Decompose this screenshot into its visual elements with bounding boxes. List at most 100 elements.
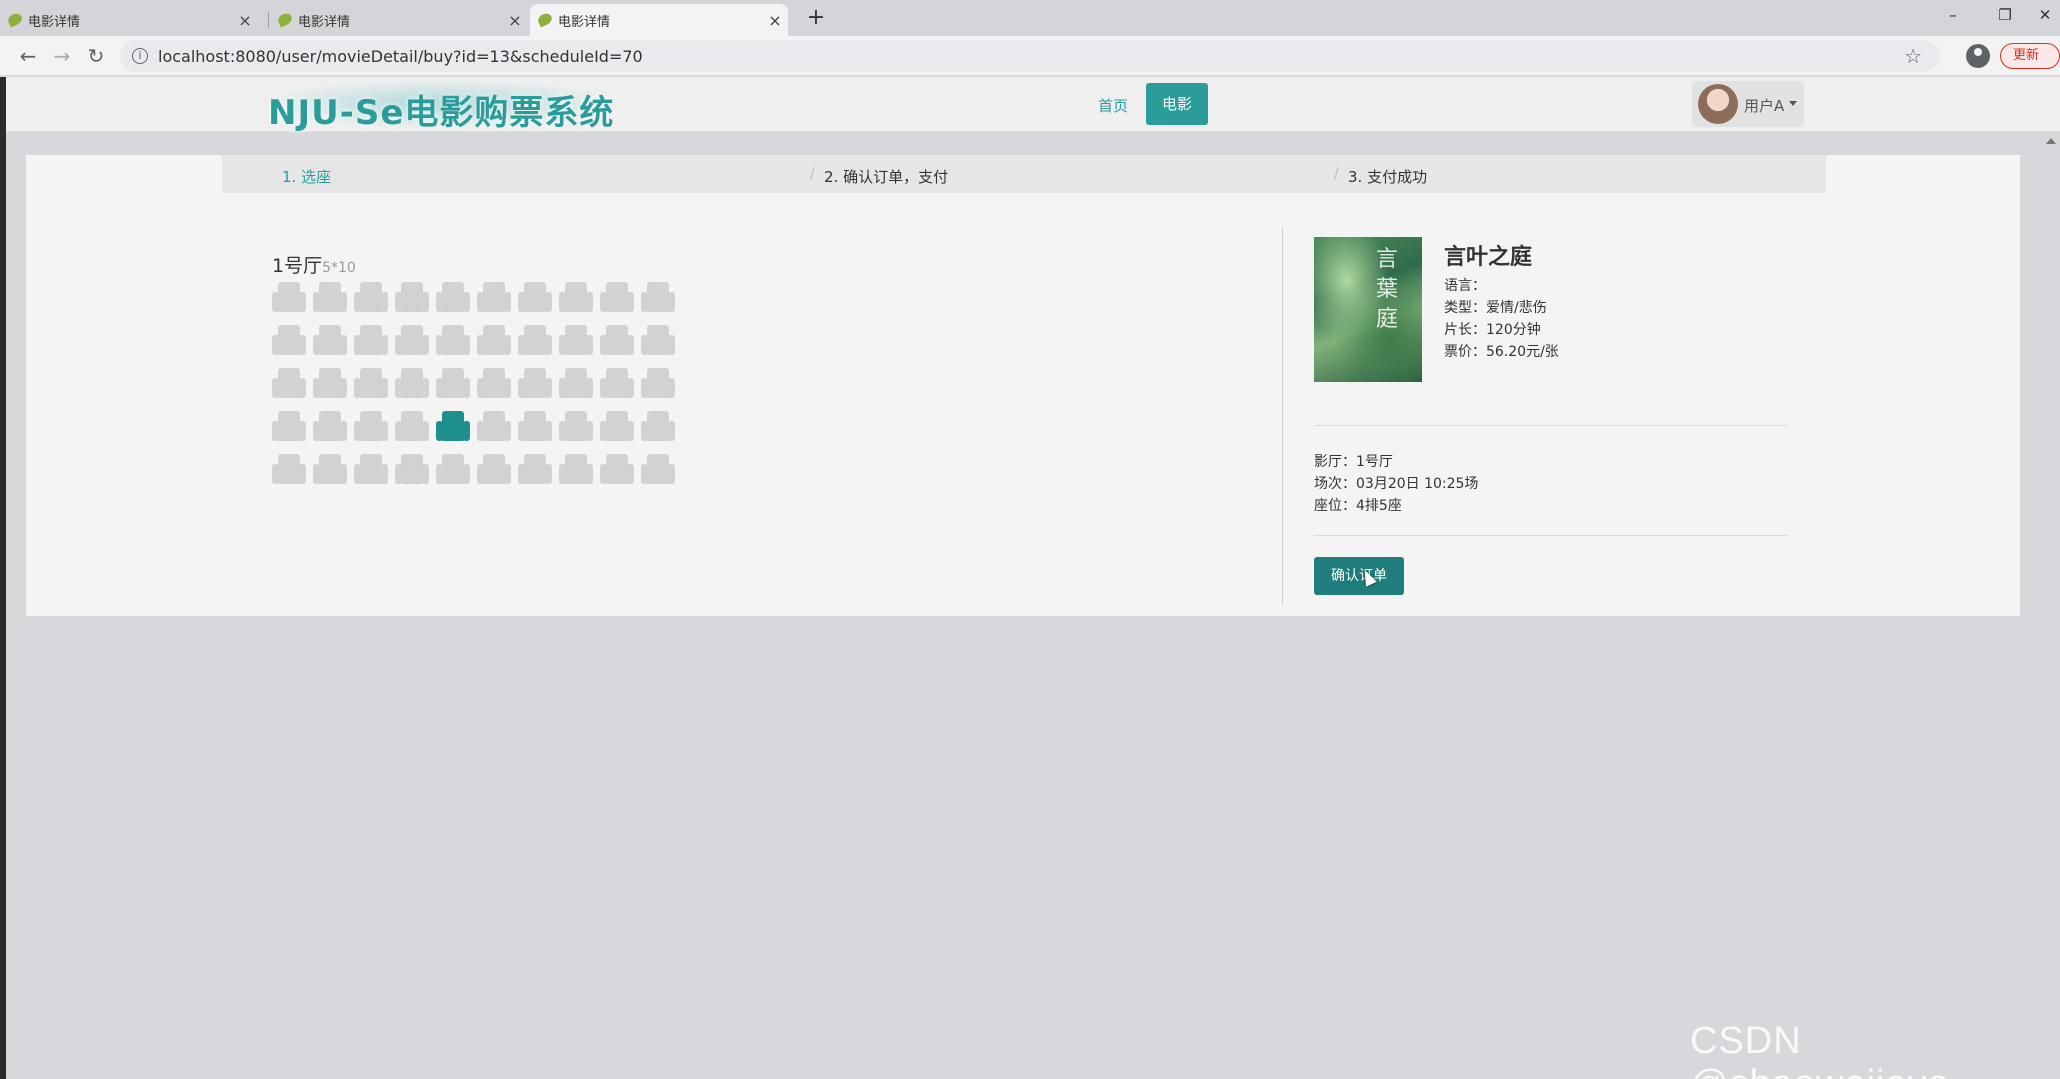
seat[interactable] (477, 324, 511, 358)
seat[interactable] (272, 367, 306, 401)
seat-part (319, 368, 341, 388)
back-button[interactable]: ← (14, 42, 42, 70)
step-confirm-pay: 2. 确认订单，支付 (824, 168, 949, 186)
nav-home-link[interactable]: 首页 (1098, 95, 1128, 116)
seat[interactable] (477, 281, 511, 315)
seat[interactable] (395, 453, 429, 487)
seat[interactable] (559, 281, 593, 315)
seat[interactable] (559, 410, 593, 444)
seat[interactable] (600, 324, 634, 358)
seat-part (442, 411, 464, 431)
confirm-order-button[interactable]: 确认订单 (1314, 557, 1404, 595)
address-bar[interactable]: i localhost:8080/user/movieDetail/buy?id… (120, 40, 1940, 72)
seat-part (276, 345, 302, 355)
update-button[interactable]: 更新 (2000, 43, 2060, 69)
close-tab-icon[interactable]: × (762, 11, 788, 30)
seat-part (524, 325, 546, 345)
seat[interactable] (518, 367, 552, 401)
seat[interactable] (477, 367, 511, 401)
seat-part (604, 431, 630, 441)
seat[interactable] (518, 410, 552, 444)
seat[interactable] (641, 453, 675, 487)
seat[interactable] (641, 324, 675, 358)
seat[interactable] (641, 410, 675, 444)
seat[interactable] (600, 453, 634, 487)
seat-selected[interactable] (436, 410, 470, 444)
seat[interactable] (559, 453, 593, 487)
seat[interactable] (395, 367, 429, 401)
seat-part (647, 368, 669, 388)
seat[interactable] (354, 367, 388, 401)
seat[interactable] (313, 324, 347, 358)
confirm-order-label: 确认订单 (1331, 568, 1387, 584)
seat[interactable] (313, 367, 347, 401)
seat[interactable] (395, 410, 429, 444)
minimize-button[interactable]: – (1930, 0, 1976, 30)
seat[interactable] (641, 281, 675, 315)
seat[interactable] (354, 324, 388, 358)
seat[interactable] (436, 281, 470, 315)
seat[interactable] (518, 281, 552, 315)
info-icon[interactable]: i (132, 48, 148, 64)
seat-part (319, 282, 341, 302)
seat[interactable] (518, 324, 552, 358)
seat-part (522, 431, 548, 441)
browser-tab[interactable]: 电影详情 × (270, 4, 528, 36)
leaf-icon (6, 11, 24, 28)
hall-title: 1号厅5*10 (272, 251, 356, 278)
seat[interactable] (600, 410, 634, 444)
seat[interactable] (313, 281, 347, 315)
seat[interactable] (354, 281, 388, 315)
seat[interactable] (272, 410, 306, 444)
seat[interactable] (600, 367, 634, 401)
reload-button[interactable]: ↻ (82, 42, 110, 70)
seat[interactable] (272, 281, 306, 315)
close-tab-icon[interactable]: × (232, 11, 258, 30)
seat[interactable] (436, 324, 470, 358)
url-text[interactable]: localhost:8080/user/movieDetail/buy?id=1… (158, 47, 643, 66)
seat[interactable] (313, 453, 347, 487)
seat[interactable] (518, 453, 552, 487)
site-logo[interactable]: NJU-Se电影购票系统 (268, 85, 614, 134)
seat-part (647, 454, 669, 474)
new-tab-button[interactable]: + (802, 4, 830, 32)
seat-part (399, 345, 425, 355)
restore-button[interactable]: ❐ (1982, 0, 2028, 30)
page-scrollbar[interactable] (2042, 132, 2060, 1079)
profile-icon[interactable] (1966, 44, 1990, 68)
window-close-button[interactable]: ✕ (2030, 0, 2060, 30)
forward-button[interactable]: → (48, 42, 76, 70)
seat-part (606, 368, 628, 388)
seat[interactable] (477, 410, 511, 444)
scroll-up-icon[interactable] (2046, 138, 2056, 144)
seat[interactable] (641, 367, 675, 401)
seat-part (319, 325, 341, 345)
close-tab-icon[interactable]: × (502, 11, 528, 30)
seat[interactable] (436, 453, 470, 487)
bookmark-star-icon[interactable]: ☆ (1904, 44, 1922, 68)
browser-tab-active[interactable]: 电影详情 × (530, 4, 788, 36)
seat[interactable] (354, 453, 388, 487)
nav-movie-link[interactable]: 电影 (1146, 83, 1208, 125)
browser-tab[interactable]: 电影详情 × (0, 4, 258, 36)
seat-part (522, 345, 548, 355)
user-menu[interactable]: 用户A (1692, 81, 1804, 127)
seat[interactable] (395, 324, 429, 358)
seat-part (645, 431, 671, 441)
seat[interactable] (559, 324, 593, 358)
seat[interactable] (354, 410, 388, 444)
leaf-icon (536, 11, 554, 28)
seat[interactable] (477, 453, 511, 487)
seat-part (481, 431, 507, 441)
seat[interactable] (559, 367, 593, 401)
seat[interactable] (600, 281, 634, 315)
seat[interactable] (272, 453, 306, 487)
seat[interactable] (395, 281, 429, 315)
seat[interactable] (313, 410, 347, 444)
browser-tab-bar: 电影详情 × 电影详情 × 电影详情 × + – ❐ ✕ (0, 0, 2060, 36)
tab-title: 电影详情 (28, 14, 81, 30)
seat-part (317, 302, 343, 312)
seat[interactable] (272, 324, 306, 358)
seat[interactable] (436, 367, 470, 401)
order-hall: 影厅：1号厅 (1314, 454, 1393, 470)
